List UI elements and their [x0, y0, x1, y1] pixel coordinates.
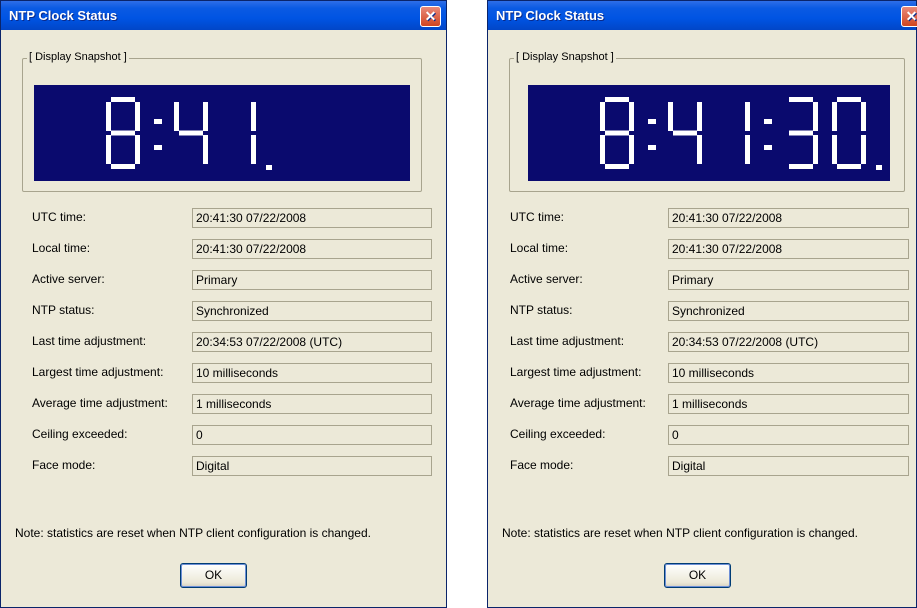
digit-segment-4-b: [697, 102, 702, 131]
digit-segment-3-b: [813, 102, 818, 131]
clock-digits: [106, 97, 272, 170]
active-server-label: Active server:: [32, 272, 105, 286]
utc-time-field: 20:41:30 07/22/2008: [192, 208, 432, 228]
digit-segment-3-c: [813, 135, 818, 164]
digit-segment-3-a: [789, 97, 813, 102]
ceiling-exceeded-label: Ceiling exceeded:: [32, 427, 128, 441]
close-icon[interactable]: ✕: [901, 6, 917, 27]
digit-segment-8-f: [106, 102, 111, 131]
digit-segment-1-c: [745, 135, 750, 164]
digit-segment-8-a: [111, 97, 135, 102]
largest-adjustment-label: Largest time adjustment:: [510, 365, 642, 379]
largest-adjustment-field: 10 milliseconds: [192, 363, 432, 383]
digit-segment-0-a: [837, 97, 861, 102]
largest-adjustment-field: 10 milliseconds: [668, 363, 909, 383]
window-title: NTP Clock Status: [9, 8, 118, 23]
ok-button[interactable]: OK: [664, 563, 731, 588]
digit-segment-8-f: [600, 102, 605, 131]
colon-dot: [154, 119, 162, 124]
digit-segment-8-c: [629, 135, 634, 164]
digit-segment-0-d: [837, 164, 861, 169]
last-adjustment-label: Last time adjustment:: [32, 334, 147, 348]
digit-segment-4-c: [203, 135, 208, 164]
ceiling-exceeded-label: Ceiling exceeded:: [510, 427, 606, 441]
ntp-status-field: Synchronized: [668, 301, 909, 321]
average-adjustment-field: 1 milliseconds: [668, 394, 909, 414]
close-icon[interactable]: ✕: [420, 6, 441, 27]
ceiling-exceeded-field: 0: [192, 425, 432, 445]
digit-segment-8-g: [605, 130, 629, 136]
active-server-field: Primary: [668, 270, 909, 290]
local-time-field: 20:41:30 07/22/2008: [668, 239, 909, 259]
digit-segment-4-g: [673, 130, 697, 136]
ntp-status-field: Synchronized: [192, 301, 432, 321]
face-mode-field: Digital: [668, 456, 909, 476]
digit-segment-0-f: [832, 102, 837, 131]
ceiling-exceeded-field: 0: [668, 425, 909, 445]
local-time-field: 20:41:30 07/22/2008: [192, 239, 432, 259]
colon-dot: [764, 119, 772, 124]
active-server-label: Active server:: [510, 272, 583, 286]
title-bar[interactable]: NTP Clock Status ✕: [1, 1, 446, 30]
average-adjustment-label: Average time adjustment:: [32, 396, 168, 410]
digit-segment-8-g: [111, 130, 135, 136]
ntp-status-label: NTP status:: [32, 303, 95, 317]
face-mode-label: Face mode:: [32, 458, 96, 472]
average-adjustment-label: Average time adjustment:: [510, 396, 646, 410]
ok-button[interactable]: OK: [180, 563, 247, 588]
digit-segment-3-d: [789, 164, 813, 169]
digit-segment-1-b: [745, 102, 750, 131]
colon-dot: [764, 145, 772, 150]
decimal-dot: [266, 165, 272, 170]
colon-dot: [154, 145, 162, 150]
ntp-status-dialog-right: NTP Clock Status ✕ [ Display Snapshot ] …: [487, 0, 917, 608]
digit-segment-8-e: [600, 135, 605, 164]
digit-segment-8-b: [629, 102, 634, 131]
title-bar[interactable]: NTP Clock Status ✕: [488, 1, 917, 30]
face-mode-field: Digital: [192, 456, 432, 476]
local-time-label: Local time:: [32, 241, 91, 255]
digit-segment-8-a: [605, 97, 629, 102]
digit-segment-4-f: [174, 102, 179, 131]
group-label: [ Display Snapshot ]: [514, 51, 616, 63]
digit-segment-1-b: [251, 102, 256, 131]
utc-time-label: UTC time:: [510, 210, 564, 224]
digit-segment-0-b: [861, 102, 866, 131]
group-label: [ Display Snapshot ]: [27, 51, 129, 63]
last-adjustment-label: Last time adjustment:: [510, 334, 625, 348]
last-adjustment-field: 20:34:53 07/22/2008 (UTC): [192, 332, 432, 352]
digit-segment-8-b: [135, 102, 140, 131]
clock-digits: [600, 97, 882, 170]
average-adjustment-field: 1 milliseconds: [192, 394, 432, 414]
digit-segment-8-d: [605, 164, 629, 169]
digit-segment-0-e: [832, 135, 837, 164]
digit-segment-8-d: [111, 164, 135, 169]
utc-time-label: UTC time:: [32, 210, 86, 224]
digit-segment-4-g: [179, 130, 203, 136]
face-mode-label: Face mode:: [510, 458, 574, 472]
statistics-note: Note: statistics are reset when NTP clie…: [15, 526, 371, 540]
digit-segment-8-c: [135, 135, 140, 164]
digit-segment-4-c: [697, 135, 702, 164]
digit-segment-0-c: [861, 135, 866, 164]
window-title: NTP Clock Status: [496, 8, 605, 23]
active-server-field: Primary: [192, 270, 432, 290]
local-time-label: Local time:: [510, 241, 569, 255]
digit-segment-4-b: [203, 102, 208, 131]
largest-adjustment-label: Largest time adjustment:: [32, 365, 164, 379]
digit-segment-3-g: [789, 130, 813, 136]
digital-clock-display: [528, 85, 890, 181]
statistics-note: Note: statistics are reset when NTP clie…: [502, 526, 858, 540]
utc-time-field: 20:41:30 07/22/2008: [668, 208, 909, 228]
decimal-dot: [876, 165, 882, 170]
colon-dot: [648, 145, 656, 150]
digit-segment-8-e: [106, 135, 111, 164]
digit-segment-4-f: [668, 102, 673, 131]
last-adjustment-field: 20:34:53 07/22/2008 (UTC): [668, 332, 909, 352]
digital-clock-display: [34, 85, 410, 181]
ntp-status-dialog-left: NTP Clock Status ✕ [ Display Snapshot ] …: [0, 0, 447, 608]
ntp-status-label: NTP status:: [510, 303, 573, 317]
colon-dot: [648, 119, 656, 124]
digit-segment-1-c: [251, 135, 256, 164]
